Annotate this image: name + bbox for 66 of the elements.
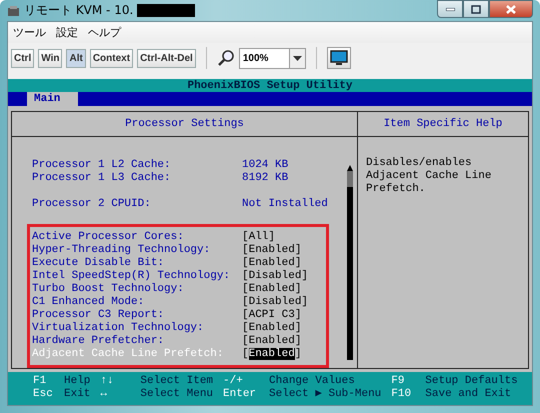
setting-value[interactable]: [Enabled]: [242, 283, 324, 296]
setting-value[interactable]: [Enabled]: [242, 322, 324, 335]
key-hint: -/+: [223, 375, 244, 388]
key-action: Setup Defaults: [425, 375, 518, 388]
setting-value[interactable]: [Disabled]: [242, 270, 324, 283]
info-label: Processor 2 CPUID:: [32, 198, 152, 211]
setting-value[interactable]: [All]: [242, 231, 324, 244]
key-button[interactable]: Context: [90, 48, 134, 68]
window-title: リモート KVM - 10.: [24, 2, 134, 19]
key-action: Save and Exit: [425, 388, 512, 401]
key-button[interactable]: Ctrl-Alt-Del: [137, 48, 196, 68]
menu-item[interactable]: ヘルプ: [88, 25, 121, 40]
caret-icon: [292, 56, 302, 60]
key-action: Exit: [64, 388, 90, 401]
zoom-select[interactable]: 100%: [238, 48, 306, 68]
panel-title: Processor Settings: [125, 118, 244, 130]
key-action: Help: [64, 375, 90, 388]
close-icon: [506, 4, 516, 14]
setting-label[interactable]: C1 Enhanced Mode:: [32, 296, 242, 309]
setting-value[interactable]: [Enabled]: [242, 244, 324, 257]
key-button[interactable]: Ctrl: [11, 48, 34, 68]
key-hint: F10: [391, 388, 412, 401]
monitor-icon: [330, 50, 348, 66]
setting-label[interactable]: Execute Disable Bit:: [32, 257, 242, 270]
key-hint: ↔: [100, 388, 108, 401]
menu-item[interactable]: 設定: [56, 25, 78, 40]
maximize-icon: [471, 4, 481, 14]
setting-value[interactable]: [Enabled]: [242, 257, 324, 270]
info-label: Processor 1 L3 Cache:: [32, 172, 172, 185]
key-hint: Esc: [33, 388, 54, 401]
key-hint: F1: [33, 375, 48, 388]
key-action: Select Item: [140, 375, 214, 388]
monitor-button[interactable]: [326, 47, 351, 69]
key-button[interactable]: Alt: [66, 48, 86, 68]
close-button[interactable]: [489, 0, 533, 18]
key-action: Select Menu: [140, 388, 214, 401]
zoom-icon[interactable]: [216, 49, 235, 67]
setting-label[interactable]: Hardware Prefetcher:: [32, 335, 242, 348]
info-label: Processor 1 L2 Cache:: [32, 159, 172, 172]
help-text: Disables/enables Adjacent Cache Line Prefetch.: [365, 156, 492, 197]
setting-label[interactable]: Turbo Boost Technology:: [32, 283, 242, 296]
key-button[interactable]: Win: [38, 48, 62, 68]
setting-label[interactable]: Virtualization Technology:: [32, 322, 242, 335]
setting-label[interactable]: Processor C3 Report:: [32, 309, 242, 322]
setting-value[interactable]: [ACPI C3]: [242, 309, 324, 322]
setting-label[interactable]: Hyper-Threading Technology:: [32, 244, 242, 257]
menu-item[interactable]: ツール: [13, 25, 46, 40]
setting-value[interactable]: [Enabled]: [242, 335, 324, 348]
key-hint: ↑↓: [100, 375, 115, 388]
info-value: 8192 KB: [242, 172, 290, 185]
menu-tab[interactable]: Main: [27, 92, 78, 106]
maximize-button[interactable]: [463, 0, 489, 18]
minimize-icon: [446, 8, 454, 10]
info-value: 1024 KB: [242, 159, 290, 172]
minimize-button[interactable]: [437, 0, 463, 18]
key-action: Change Values: [269, 375, 356, 388]
setting-label[interactable]: Intel SpeedStep(R) Technology:: [32, 270, 242, 283]
key-hint: Enter: [223, 388, 258, 401]
key-action: Select ▶ Sub-Menu: [269, 388, 382, 401]
key-hint: F9: [391, 375, 406, 388]
setting-value[interactable]: [Disabled]: [242, 296, 324, 309]
help-title: Item Specific Help: [384, 118, 502, 130]
bios-title: PhoenixBIOS Setup Utility: [186, 79, 354, 92]
info-value: Not Installed: [242, 198, 329, 211]
app-icon: [7, 4, 20, 16]
setting-label[interactable]: Active Processor Cores:: [32, 231, 242, 244]
